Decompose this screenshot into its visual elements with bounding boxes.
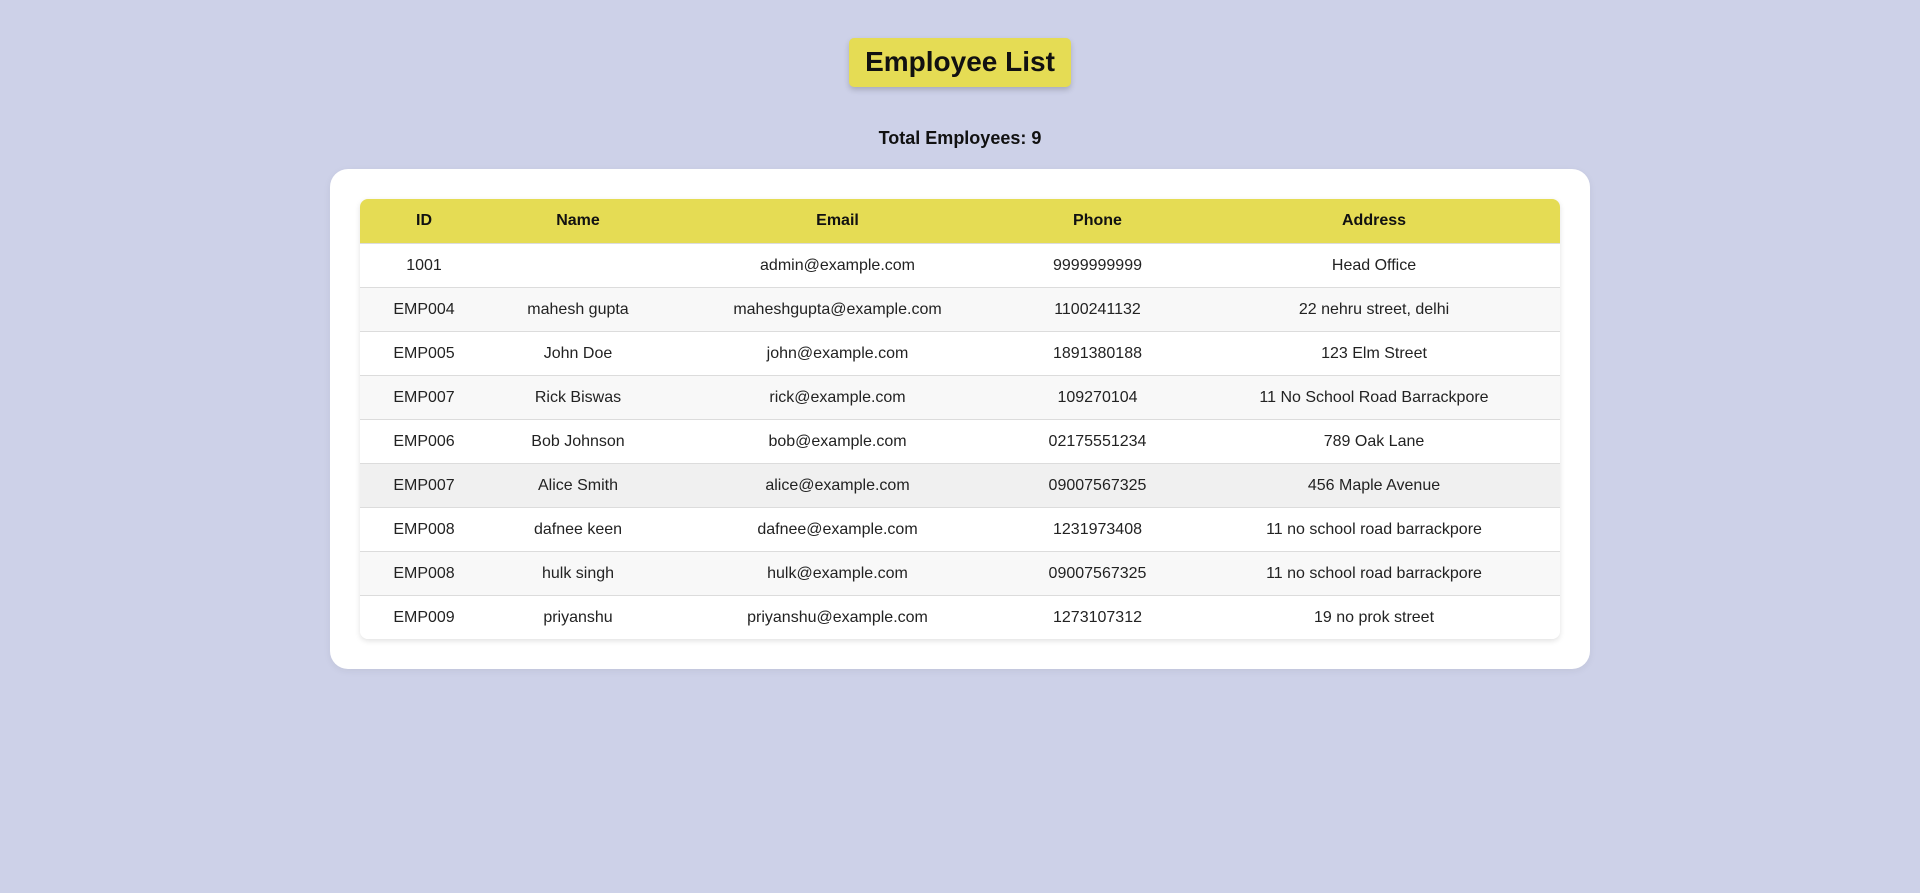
column-header-phone: Phone [1007, 199, 1188, 244]
cell-email: alice@example.com [668, 463, 1007, 508]
table-row: EMP009 priyanshu priyanshu@example.com 1… [360, 595, 1560, 639]
column-header-email: Email [668, 199, 1007, 244]
cell-id: EMP009 [360, 595, 488, 639]
table-row: EMP004 mahesh gupta maheshgupta@example.… [360, 287, 1560, 332]
cell-phone: 109270104 [1007, 375, 1188, 420]
table-body: 1001 admin@example.com 9999999999 Head O… [360, 243, 1560, 639]
cell-id: EMP008 [360, 507, 488, 552]
table-header: ID Name Email Phone Address [360, 199, 1560, 244]
cell-email: bob@example.com [668, 419, 1007, 464]
column-header-name: Name [488, 199, 668, 244]
cell-email: hulk@example.com [668, 551, 1007, 596]
cell-phone: 09007567325 [1007, 551, 1188, 596]
cell-phone: 1273107312 [1007, 595, 1188, 639]
table-row: EMP007 Rick Biswas rick@example.com 1092… [360, 375, 1560, 420]
table-container: ID Name Email Phone Address 1001 admin@e… [360, 199, 1560, 639]
title-container: Employee List [0, 38, 1920, 87]
cell-email: maheshgupta@example.com [668, 287, 1007, 332]
cell-id: EMP004 [360, 287, 488, 332]
cell-name: John Doe [488, 331, 668, 376]
table-row: EMP008 dafnee keen dafnee@example.com 12… [360, 507, 1560, 552]
table-row: EMP007 Alice Smith alice@example.com 090… [360, 463, 1560, 508]
column-header-address: Address [1188, 199, 1560, 244]
cell-phone: 9999999999 [1007, 243, 1188, 288]
employee-table: ID Name Email Phone Address 1001 admin@e… [360, 199, 1560, 639]
cell-id: EMP005 [360, 331, 488, 376]
column-header-id: ID [360, 199, 488, 244]
cell-email: john@example.com [668, 331, 1007, 376]
cell-email: admin@example.com [668, 243, 1007, 288]
table-row: EMP006 Bob Johnson bob@example.com 02175… [360, 419, 1560, 464]
cell-name: Alice Smith [488, 463, 668, 508]
table-row: EMP008 hulk singh hulk@example.com 09007… [360, 551, 1560, 596]
cell-name: Rick Biswas [488, 375, 668, 420]
cell-address: 789 Oak Lane [1188, 419, 1560, 464]
cell-address: 456 Maple Avenue [1188, 463, 1560, 508]
cell-name: mahesh gupta [488, 287, 668, 332]
cell-email: rick@example.com [668, 375, 1007, 420]
table-row: EMP005 John Doe john@example.com 1891380… [360, 331, 1560, 376]
header-row: ID Name Email Phone Address [360, 199, 1560, 244]
cell-address: 11 No School Road Barrackpore [1188, 375, 1560, 420]
cell-phone: 1100241132 [1007, 287, 1188, 332]
cell-email: priyanshu@example.com [668, 595, 1007, 639]
total-employees-count: Total Employees: 9 [878, 128, 1042, 148]
cell-phone: 09007567325 [1007, 463, 1188, 508]
cell-name: priyanshu [488, 595, 668, 639]
cell-address: 11 no school road barrackpore [1188, 507, 1560, 552]
cell-address: 19 no prok street [1188, 595, 1560, 639]
cell-address: 22 nehru street, delhi [1188, 287, 1560, 332]
cell-email: dafnee@example.com [668, 507, 1007, 552]
cell-phone: 1891380188 [1007, 331, 1188, 376]
cell-address: 123 Elm Street [1188, 331, 1560, 376]
cell-name [488, 243, 668, 288]
cell-id: EMP007 [360, 375, 488, 420]
cell-name: dafnee keen [488, 507, 668, 552]
table-card: ID Name Email Phone Address 1001 admin@e… [330, 169, 1590, 669]
cell-name: hulk singh [488, 551, 668, 596]
table-row: 1001 admin@example.com 9999999999 Head O… [360, 243, 1560, 288]
cell-id: EMP007 [360, 463, 488, 508]
cell-id: EMP006 [360, 419, 488, 464]
page-title: Employee List [849, 38, 1071, 87]
cell-address: Head Office [1188, 243, 1560, 288]
cell-id: EMP008 [360, 551, 488, 596]
cell-address: 11 no school road barrackpore [1188, 551, 1560, 596]
cell-name: Bob Johnson [488, 419, 668, 464]
cell-phone: 02175551234 [1007, 419, 1188, 464]
cell-id: 1001 [360, 243, 488, 288]
cell-phone: 1231973408 [1007, 507, 1188, 552]
